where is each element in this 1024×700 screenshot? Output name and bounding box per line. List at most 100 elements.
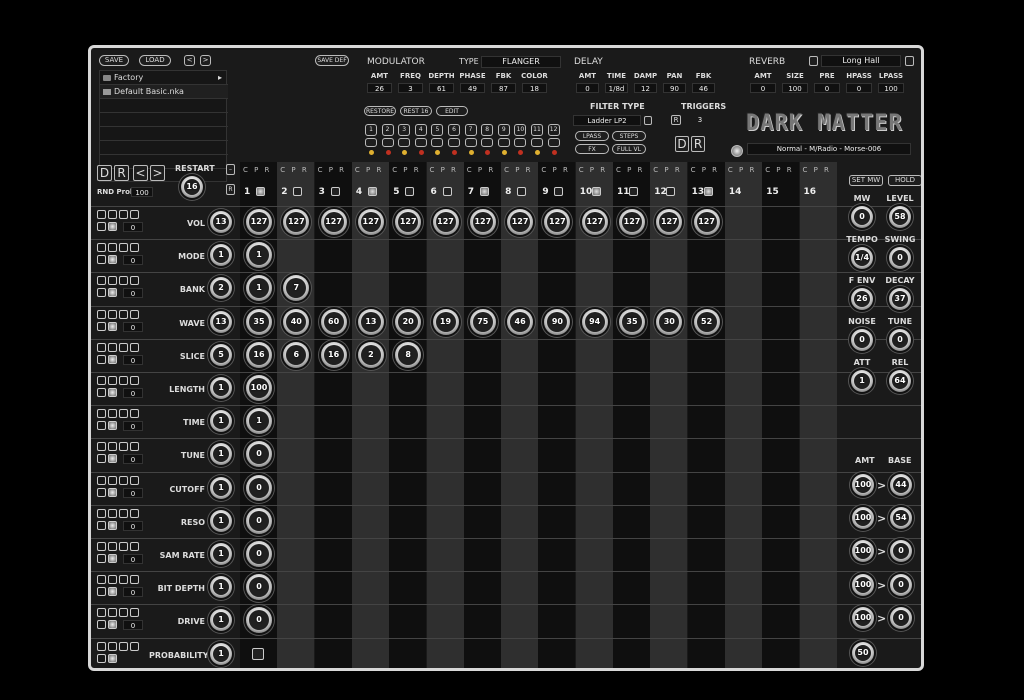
base-knob[interactable]: 0 [890,573,912,596]
preset-knob-button[interactable] [731,145,743,157]
row-mini-button[interactable] [130,575,139,585]
row-mini-button[interactable] [108,542,117,551]
row-dot-button[interactable] [108,421,117,431]
row-zero-value[interactable]: 0 [123,388,143,398]
track-button-4[interactable]: 4 [414,124,427,136]
row-mini-button[interactable] [119,243,128,253]
row-zero-value[interactable]: 0 [123,255,143,266]
restore-button[interactable]: RESTORE [364,106,396,116]
row-mini-button[interactable] [97,542,106,551]
step-knob[interactable]: 94 [581,308,608,335]
step-knob[interactable]: 127 [507,209,534,235]
modulator-param-value[interactable]: 3 [398,83,423,93]
base-knob[interactable]: 0 [890,606,912,629]
row-zero-value[interactable]: 0 [123,288,143,299]
row-count-knob[interactable]: 1 [210,410,232,433]
step-knob[interactable]: 0 [246,507,272,534]
row-mini-button[interactable] [130,342,139,352]
right-knob-f-env[interactable]: 26 [851,288,873,310]
step-knob[interactable]: 2 [357,341,384,368]
track-toggle[interactable] [481,138,494,147]
step-enable-toggle[interactable] [256,187,265,196]
step-knob[interactable]: 127 [395,209,422,235]
row-g-button[interactable] [97,421,106,431]
step-knob[interactable]: 127 [619,209,645,235]
row-dot-button[interactable] [108,222,117,231]
row-mini-button[interactable] [97,575,106,585]
step-knob[interactable]: 6 [283,341,310,368]
row-dot-button[interactable] [108,321,117,331]
row-count-knob[interactable]: 1 [210,244,232,267]
row-mini-button[interactable] [108,475,117,485]
step-knob[interactable]: 20 [395,308,422,335]
row-mini-button[interactable] [130,409,139,419]
lpass-button[interactable]: LPASS [575,131,609,141]
row-mini-button[interactable] [119,608,128,618]
triggers-value[interactable]: 3 [687,115,713,126]
row-mini-button[interactable] [119,475,128,485]
modulator-param-value[interactable]: 61 [429,83,454,93]
row-mini-button[interactable] [130,243,139,253]
row-count-knob[interactable]: 1 [210,609,232,632]
row-count-knob[interactable]: 1 [210,476,232,499]
step-knob[interactable]: 60 [320,308,347,335]
row-mini-button[interactable] [108,309,117,319]
row-mini-button[interactable] [119,276,128,286]
rest16-button[interactable]: REST 16 [400,106,432,116]
row-g-button[interactable] [97,487,106,497]
row-mini-button[interactable] [97,276,106,286]
row-mini-button[interactable] [97,243,106,253]
row-zero-value[interactable]: 0 [123,222,143,232]
track-button-3[interactable]: 3 [398,124,411,136]
reverb-param-value[interactable]: 0 [750,83,776,93]
track-toggle[interactable] [431,138,444,147]
row-mini-button[interactable] [108,243,117,253]
track-toggle[interactable] [448,138,460,147]
row-mini-button[interactable] [108,342,117,352]
reverb-preset-select[interactable]: Long Hall [821,55,901,67]
track-button-9[interactable]: 9 [497,124,510,136]
row-count-knob[interactable]: 1 [210,576,232,599]
seq-next-button[interactable]: > [150,165,165,181]
row-dot-button[interactable] [108,487,117,497]
step-knob[interactable]: 30 [656,308,683,335]
row-mini-button[interactable] [108,641,117,651]
modulator-type-select[interactable]: FLANGER [481,56,561,68]
row-count-knob[interactable]: 5 [210,343,232,366]
row-mini-button[interactable] [108,210,117,219]
track-toggle[interactable] [414,138,427,147]
step-knob[interactable]: 127 [432,209,459,235]
step-knob[interactable]: 52 [693,308,720,335]
amt-knob[interactable]: 100 [852,573,874,596]
row-dot-button[interactable] [108,554,117,563]
row-mini-button[interactable] [119,641,128,651]
row-mini-button[interactable] [119,210,128,219]
save-button[interactable]: SAVE [99,55,129,66]
hold-button[interactable]: HOLD [888,175,921,186]
probability-step-toggle[interactable] [252,647,264,660]
step-knob[interactable]: 90 [544,308,571,335]
base-knob[interactable]: 44 [890,474,912,496]
row-mini-button[interactable] [97,342,106,352]
row-mini-button[interactable] [97,409,106,419]
track-button-10[interactable]: 10 [514,124,527,136]
step-knob[interactable]: 16 [320,341,347,368]
row-zero-value[interactable]: 0 [123,620,143,631]
row-g-button[interactable] [97,354,106,364]
step-knob[interactable]: 8 [395,341,422,368]
filter-type-select[interactable]: Ladder LP2 [573,115,641,126]
row-dot-button[interactable] [108,520,117,530]
row-mini-button[interactable] [130,210,139,219]
amt-knob[interactable]: 100 [852,474,874,496]
row-dot-button[interactable] [108,653,117,663]
prev-preset-button[interactable]: < [184,55,195,66]
row-dot-button[interactable] [108,388,117,397]
reverb-param-value[interactable]: 0 [814,83,840,93]
delay-param-value[interactable]: 1/8d [605,83,628,93]
row-mini-button[interactable] [130,376,139,385]
step-enable-toggle[interactable] [666,187,676,196]
row-mini-button[interactable] [97,210,106,219]
step-knob[interactable]: 0 [246,541,272,567]
row-mini-button[interactable] [130,641,139,651]
reverb-param-value[interactable]: 100 [782,83,808,93]
